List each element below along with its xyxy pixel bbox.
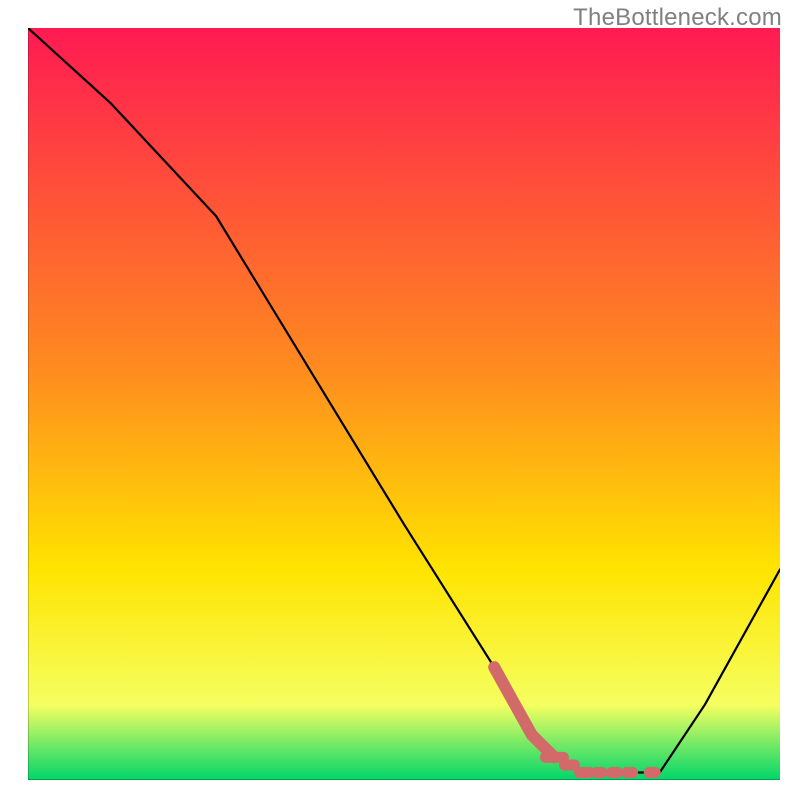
background-gradient bbox=[28, 28, 780, 780]
plot-svg bbox=[28, 28, 780, 780]
chart-stage: TheBottleneck.com bbox=[0, 0, 800, 800]
plot-area bbox=[28, 28, 780, 780]
watermark-text: TheBottleneck.com bbox=[573, 4, 782, 32]
